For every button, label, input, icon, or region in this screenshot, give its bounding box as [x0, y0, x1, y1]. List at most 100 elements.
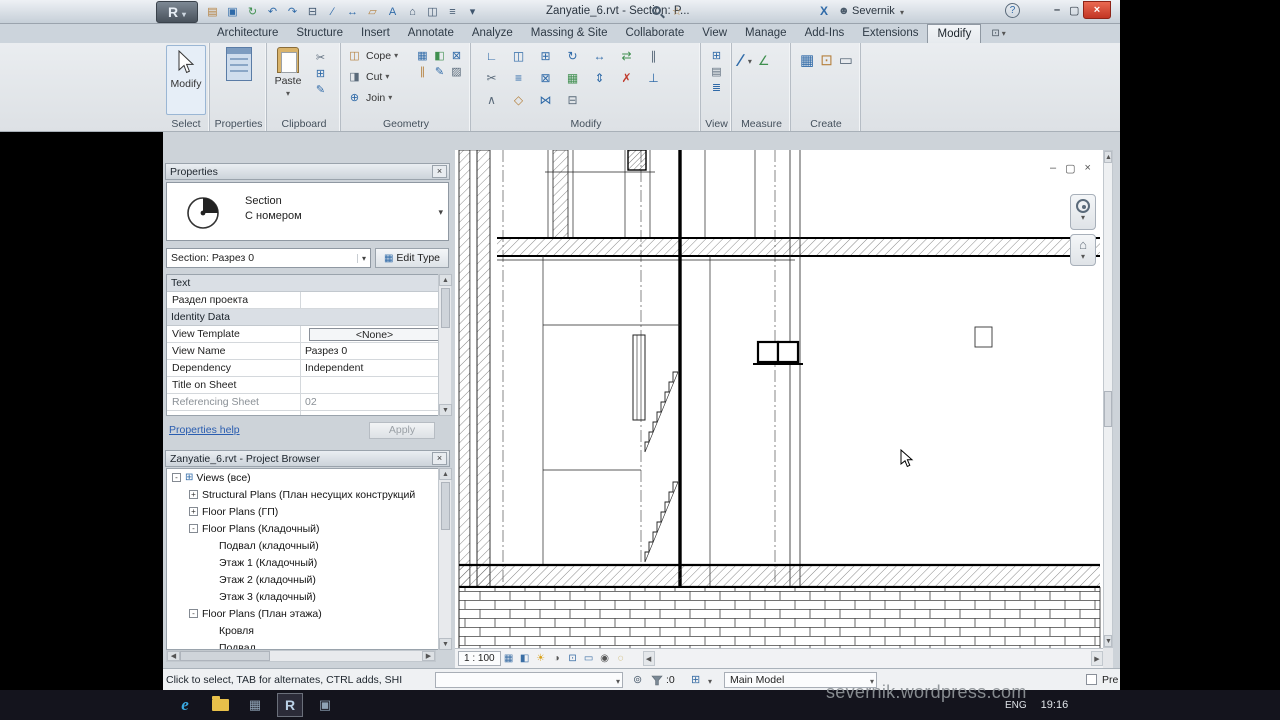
collapse-toggle[interactable]: - [172, 473, 181, 482]
scroll-up-icon[interactable]: ▲ [439, 468, 452, 480]
angle-dimension-icon[interactable]: ∠ [758, 53, 770, 69]
default-3d-view-icon[interactable]: ⌂ [404, 3, 421, 20]
paint-icon[interactable]: ✎ [431, 63, 448, 79]
measure-icon[interactable]: ∕ [324, 3, 341, 20]
taskbar-ie-button[interactable]: e [172, 693, 198, 717]
apply-button[interactable]: Apply [369, 421, 435, 439]
tree-item-etazh-3[interactable]: Этаж 3 (кладочный) [167, 588, 448, 605]
worksets-combo[interactable]: ▾ [435, 672, 623, 688]
copy-to-clipboard-icon[interactable]: ⊞ [312, 65, 329, 81]
scroll-left-icon[interactable]: ◀ [167, 651, 180, 661]
taskbar-viewer-button[interactable]: ▣ [312, 693, 338, 717]
tab-structure[interactable]: Structure [287, 24, 352, 43]
prop-row-razdel-proekta[interactable]: Раздел проекта [167, 292, 448, 309]
paste-button[interactable]: Paste ▾ [270, 43, 306, 113]
offset-icon[interactable]: ∥ [640, 45, 667, 67]
filter-icon[interactable] [651, 675, 663, 686]
property-grid-scrollbar[interactable]: ▲ ▼ [438, 274, 452, 416]
cut-to-clipboard-icon[interactable]: ✂ [312, 49, 329, 65]
split-element-icon[interactable]: ✂ [478, 67, 505, 89]
steering-wheel-button[interactable]: ▾ [1070, 194, 1096, 230]
unpin-icon[interactable]: ∧ [478, 89, 505, 111]
unjoin-icon[interactable]: ▨ [448, 63, 465, 79]
group-header-identity-data[interactable]: Identity Data ∧ [167, 309, 448, 326]
design-options-icon[interactable]: ⊞ [691, 673, 700, 686]
hscrollbar-thumb[interactable] [180, 651, 270, 661]
prop-value[interactable]: <None> [301, 326, 448, 342]
split-face-icon[interactable]: ⊠ [448, 47, 465, 63]
scrollbar-thumb[interactable] [441, 482, 450, 530]
ribbon-display-toggle[interactable]: ⊡ ▾ [991, 24, 1005, 43]
close-window-button[interactable]: × [1083, 1, 1111, 19]
show-crop-region-icon[interactable]: ▭ [581, 651, 597, 666]
sync-icon[interactable]: ↻ [244, 3, 261, 20]
edit-type-button[interactable]: ▦ Edit Type [375, 248, 449, 268]
tree-item-krovlya[interactable]: Кровля [167, 622, 448, 639]
scrollbar-thumb[interactable] [441, 288, 450, 328]
worksets-icon[interactable]: ⊚ [633, 673, 642, 686]
print-icon[interactable]: ⊟ [304, 3, 321, 20]
create-similar-icon[interactable]: ⊡ [820, 51, 833, 69]
thin-lines-icon[interactable]: ≡ [444, 3, 461, 20]
tab-architecture[interactable]: Architecture [208, 24, 287, 43]
taskbar-revit-button[interactable]: R [277, 693, 303, 717]
prop-row-referencing-sheet[interactable]: Referencing Sheet 02 [167, 394, 448, 411]
tab-collaborate[interactable]: Collaborate [616, 24, 693, 43]
properties-palette-header[interactable]: Properties × [165, 163, 450, 180]
copy-icon[interactable]: ⊞ [532, 45, 559, 67]
close-properties-icon[interactable]: × [432, 165, 447, 178]
text-icon[interactable]: A [384, 3, 401, 20]
tab-modify[interactable]: Modify [927, 24, 982, 43]
collapse-toggle[interactable]: - [189, 524, 198, 533]
favorites-star-icon[interactable]: ☆ [672, 5, 682, 18]
type-selector[interactable]: Section С номером ▾ [166, 182, 449, 241]
prop-row-title-on-sheet[interactable]: Title on Sheet [167, 377, 448, 394]
instance-selector-combo[interactable]: Section: Разрез 0 ▾ [166, 248, 371, 268]
scroll-up-icon[interactable]: ▲ [1104, 151, 1112, 163]
help-icon[interactable]: ? [1005, 3, 1020, 18]
project-browser-hscrollbar[interactable]: ◀ ▶ [166, 650, 436, 662]
tree-item-floor-plans-gp[interactable]: + Floor Plans (ГП) [167, 503, 448, 520]
tab-massing-site[interactable]: Massing & Site [522, 24, 617, 43]
aligned-dimension-icon[interactable]: ↔ [344, 3, 361, 20]
delete-icon[interactable]: ✗ [613, 67, 640, 89]
scroll-left-icon[interactable]: ◀ [642, 651, 655, 666]
save-icon[interactable]: ▣ [224, 3, 241, 20]
section-view-canvas[interactable] [455, 149, 1103, 648]
prop-row-dependency[interactable]: Dependency Independent [167, 360, 448, 377]
wall-joins-icon[interactable]: ◧ [431, 47, 448, 63]
tree-item-etazh-2[interactable]: Этаж 2 (кладочный) [167, 571, 448, 588]
redo-icon[interactable]: ↷ [284, 3, 301, 20]
swap-icon[interactable]: ⇄ [613, 45, 640, 67]
scroll-down-icon[interactable]: ▼ [439, 404, 452, 416]
override-graphics-icon[interactable]: ≣ [708, 79, 725, 95]
taskbar-explorer-button[interactable] [207, 693, 233, 717]
split-with-gap-icon[interactable]: ⊟ [559, 89, 586, 111]
tab-view[interactable]: View [693, 24, 736, 43]
user-menu-chevron-icon[interactable]: ▾ [900, 8, 904, 17]
minimize-window-icon[interactable]: – [1054, 4, 1060, 16]
beam-cutback-icon[interactable]: ▦ [414, 47, 431, 63]
tab-insert[interactable]: Insert [352, 24, 399, 43]
measure-tool-icon[interactable]: ∕ [739, 51, 742, 71]
tree-item-structural-plans[interactable]: + Structural Plans (План несущих констру… [167, 486, 448, 503]
view-restore-icon[interactable]: ▢ [1065, 162, 1075, 175]
reveal-hidden-elements-icon[interactable]: ◌ [613, 651, 629, 666]
prop-value[interactable] [301, 292, 448, 308]
canvas-vscroll-thumb[interactable] [1104, 391, 1112, 427]
project-browser-header[interactable]: Zanyatie_6.rvt - Project Browser × [165, 450, 450, 467]
view-template-button[interactable]: <None> [309, 328, 440, 341]
tree-item-etazh-1[interactable]: Этаж 1 (Кладочный) [167, 554, 448, 571]
move-icon[interactable]: ↔ [586, 45, 613, 67]
collapse-toggle[interactable]: - [189, 609, 198, 618]
close-project-browser-icon[interactable]: × [432, 452, 447, 465]
align-icon[interactable]: ∟ [478, 45, 505, 67]
array-icon[interactable]: ≡ [505, 67, 532, 89]
scroll-down-icon[interactable]: ▼ [439, 638, 452, 650]
expand-toggle[interactable]: + [189, 490, 198, 499]
tab-analyze[interactable]: Analyze [463, 24, 522, 43]
undo-icon[interactable]: ↶ [264, 3, 281, 20]
application-menu-button[interactable]: R ▾ [156, 1, 198, 23]
mirror-pick-icon[interactable]: ◇ [505, 89, 532, 111]
clock[interactable]: 19:16 [1041, 699, 1069, 711]
